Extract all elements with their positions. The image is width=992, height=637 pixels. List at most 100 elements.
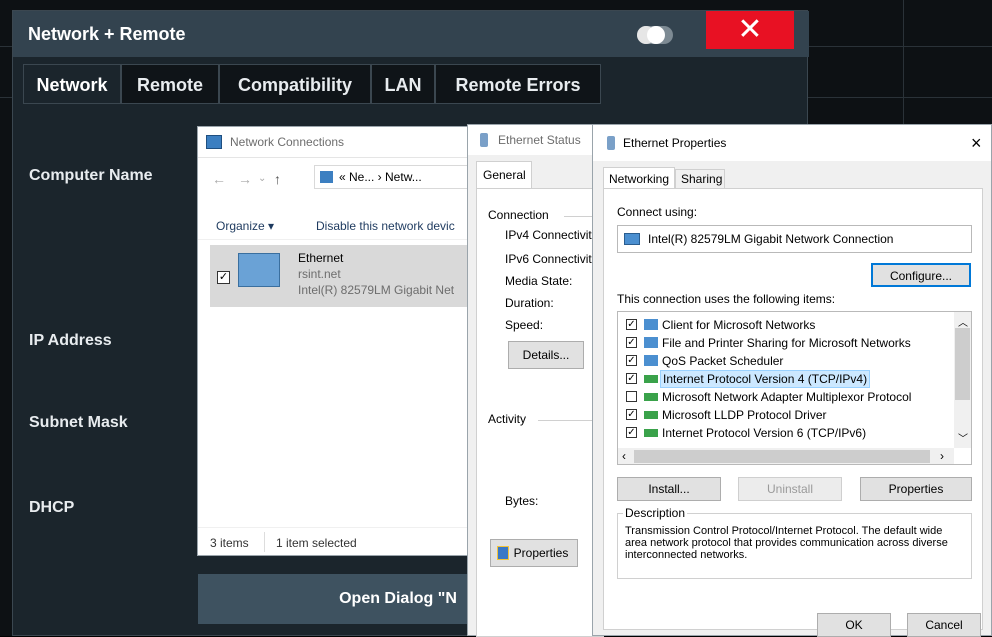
- item-checkbox[interactable]: [626, 391, 637, 402]
- tab-sharing[interactable]: Sharing: [675, 169, 725, 189]
- address-bar[interactable]: « Ne... › Netw...: [314, 165, 484, 189]
- protocol-icon: [644, 375, 658, 383]
- bytes-label: Bytes:: [505, 494, 539, 508]
- tab-remote[interactable]: Remote: [121, 64, 219, 104]
- protocol-icon: [644, 393, 658, 401]
- network-connections-window: Network Connections ← → ⌄ ↑ « Ne... › Ne…: [197, 126, 488, 556]
- scroll-up-icon[interactable]: ︿: [958, 314, 968, 329]
- item-checkbox[interactable]: ✓: [626, 409, 637, 420]
- media-state-label: Media State:: [505, 274, 573, 288]
- components-list[interactable]: ✓ Client for Microsoft Networks ✓ File a…: [617, 311, 972, 465]
- window-title: Ethernet Status: [498, 133, 581, 147]
- ipv4-connectivity-label: IPv4 Connectivit: [505, 228, 592, 242]
- item-label: Microsoft LLDP Protocol Driver: [662, 408, 827, 422]
- install-button[interactable]: Install...: [617, 477, 721, 501]
- folder-network-icon: [320, 171, 333, 183]
- network-connections-icon: [206, 135, 222, 149]
- connect-using-label: Connect using:: [617, 205, 698, 219]
- scroll-right-icon[interactable]: ›: [940, 449, 944, 463]
- list-item[interactable]: ✓ Microsoft LLDP Protocol Driver: [626, 406, 946, 424]
- client-icon: [644, 319, 658, 330]
- close-button[interactable]: ✕: [706, 11, 794, 49]
- ethernet-icon: [480, 133, 488, 147]
- adapter-name: Intel(R) 82579LM Gigabit Network Connect…: [648, 232, 894, 246]
- command-bar: Organize ▾ Disable this network devic: [198, 211, 488, 240]
- forward-arrow-icon[interactable]: →: [238, 171, 252, 187]
- vertical-scrollbar[interactable]: ︿ ﹀: [954, 312, 971, 448]
- address-path: « Ne... › Netw...: [339, 170, 422, 184]
- toggle-switch[interactable]: [637, 26, 673, 44]
- toggle-knob: [647, 26, 665, 44]
- status-divider: [264, 532, 265, 552]
- dialog-title: Network + Remote: [13, 11, 809, 57]
- close-icon[interactable]: ×: [971, 125, 982, 161]
- network-card-icon: [624, 233, 640, 245]
- computer-name-label: Computer Name: [29, 167, 153, 184]
- horizontal-scrollbar[interactable]: ‹ ›: [618, 448, 954, 464]
- details-button[interactable]: Details...: [508, 341, 584, 369]
- ethernet-status-window: Ethernet Status General Connection IPv4 …: [467, 124, 604, 637]
- item-checkbox[interactable]: ✓: [626, 319, 637, 330]
- list-item-selected[interactable]: ✓ Internet Protocol Version 4 (TCP/IPv4): [626, 370, 946, 388]
- item-checkbox[interactable]: ✓: [626, 337, 637, 348]
- tab-lan[interactable]: LAN: [371, 64, 435, 104]
- list-item[interactable]: Microsoft Network Adapter Multiplexor Pr…: [626, 388, 946, 406]
- service-icon: [644, 355, 658, 366]
- item-checkbox[interactable]: ✓: [217, 271, 230, 284]
- cancel-button[interactable]: Cancel: [907, 613, 981, 637]
- shield-icon: [497, 546, 509, 560]
- properties-button[interactable]: Properties: [860, 477, 972, 501]
- back-arrow-icon[interactable]: ←: [212, 171, 226, 187]
- scroll-thumb[interactable]: [955, 328, 970, 400]
- tab-general[interactable]: General: [476, 161, 532, 189]
- ethernet-properties-window: Ethernet Properties × Networking Sharing…: [592, 124, 992, 637]
- item-label: Internet Protocol Version 4 (TCP/IPv4): [660, 370, 871, 388]
- items-label: This connection uses the following items…: [617, 292, 836, 306]
- selected-count: 1 item selected: [276, 536, 357, 550]
- ip-address-label: IP Address: [29, 332, 112, 349]
- tab-remote-errors[interactable]: Remote Errors: [435, 64, 601, 104]
- tab-network[interactable]: Network: [23, 64, 121, 104]
- scroll-down-icon[interactable]: ﹀: [958, 430, 968, 445]
- description-label: Description: [623, 506, 688, 520]
- item-label: Client for Microsoft Networks: [662, 318, 816, 332]
- ethernet-icon: [607, 136, 615, 150]
- speed-label: Speed:: [505, 318, 544, 332]
- item-checkbox[interactable]: ✓: [626, 355, 637, 366]
- chevron-down-icon[interactable]: ⌄: [258, 173, 266, 184]
- item-checkbox[interactable]: ✓: [626, 373, 637, 384]
- connection-adapter: Intel(R) 82579LM Gigabit Net: [298, 283, 455, 297]
- uninstall-button[interactable]: Uninstall: [738, 477, 842, 501]
- connection-group-label: Connection: [488, 208, 549, 222]
- tab-networking[interactable]: Networking: [603, 167, 675, 189]
- up-arrow-icon[interactable]: ↑: [274, 171, 281, 187]
- item-checkbox[interactable]: ✓: [626, 427, 637, 438]
- window-title: Ethernet Properties: [623, 136, 727, 150]
- list-item[interactable]: ✓ QoS Packet Scheduler: [626, 352, 946, 370]
- list-item[interactable]: ✓ Client for Microsoft Networks: [626, 316, 946, 334]
- connection-name: Ethernet: [298, 251, 344, 265]
- configure-button[interactable]: Configure...: [871, 263, 971, 287]
- adapter-field: Intel(R) 82579LM Gigabit Network Connect…: [617, 225, 972, 253]
- item-count: 3 items: [210, 536, 249, 550]
- item-label: File and Printer Sharing for Microsoft N…: [662, 336, 911, 350]
- disable-device-button[interactable]: Disable this network devic: [316, 219, 455, 233]
- subnet-mask-label: Subnet Mask: [29, 414, 128, 431]
- organize-menu[interactable]: Organize ▾: [216, 219, 274, 233]
- connection-domain: rsint.net: [298, 267, 341, 281]
- window-title: Network Connections: [230, 135, 345, 149]
- scroll-thumb[interactable]: [634, 450, 930, 463]
- list-item[interactable]: ✓ File and Printer Sharing for Microsoft…: [626, 334, 946, 352]
- window-titlebar: Ethernet Status: [468, 125, 602, 155]
- tab-compatibility[interactable]: Compatibility: [219, 64, 371, 104]
- ethernet-connection-item[interactable]: ✓ Ethernet rsint.net Intel(R) 82579LM Gi…: [210, 245, 488, 307]
- close-icon: ✕: [737, 13, 763, 46]
- scroll-left-icon[interactable]: ‹: [622, 449, 626, 463]
- service-icon: [644, 337, 658, 348]
- ok-button[interactable]: OK: [817, 613, 891, 637]
- protocol-icon: [644, 411, 658, 419]
- properties-button[interactable]: Properties: [490, 539, 578, 567]
- list-item[interactable]: ✓ Internet Protocol Version 6 (TCP/IPv6): [626, 424, 946, 442]
- status-bar: 3 items 1 item selected: [198, 527, 488, 556]
- item-label: Microsoft Network Adapter Multiplexor Pr…: [662, 390, 912, 404]
